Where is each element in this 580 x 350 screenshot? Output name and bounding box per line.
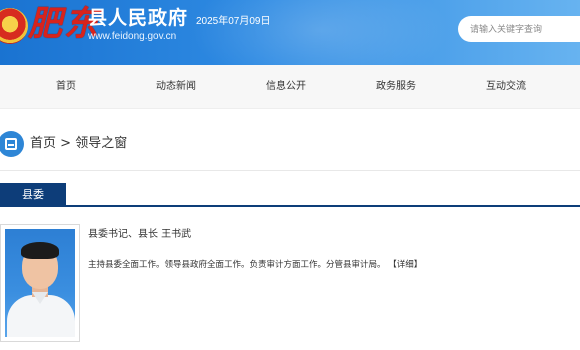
section-tab-county-committee[interactable]: 县委 [0, 183, 66, 207]
leader-photo[interactable] [0, 224, 80, 342]
site-url: www.feidong.gov.cn [88, 31, 177, 42]
breadcrumb-current: 领导之窗 [75, 136, 128, 151]
breadcrumb-home-link[interactable]: 首页 [30, 136, 56, 151]
main-nav: 首页 动态新闻 信息公开 政务服务 互动交流 [0, 65, 580, 109]
nav-item-home[interactable]: 首页 [26, 65, 106, 109]
breadcrumb-text: 首页 > 领导之窗 [30, 134, 127, 154]
section-underline [0, 205, 580, 207]
national-emblem-icon: ★ [0, 8, 28, 44]
site-title[interactable]: 县人民政府 [88, 6, 188, 30]
leader-portrait [5, 229, 75, 337]
breadcrumb: 首页 > 领导之窗 [0, 126, 580, 162]
page-icon [0, 131, 24, 157]
nav-item-info-disclosure[interactable]: 信息公开 [246, 65, 326, 109]
nav-item-news[interactable]: 动态新闻 [136, 65, 216, 109]
current-date: 2025年07月09日 [196, 16, 271, 27]
leader-duties: 主持县委全面工作。领导县政府全面工作。负责审计方面工作。分管县审计局。 [88, 260, 386, 270]
search-input[interactable] [458, 16, 580, 42]
nav-item-interaction[interactable]: 互动交流 [466, 65, 546, 109]
breadcrumb-separator: > [56, 136, 76, 151]
site-header: ★ 肥东 县人民政府 www.feidong.gov.cn 2025年07月09… [0, 0, 580, 65]
header-glow [190, 0, 450, 65]
nav-item-gov-services[interactable]: 政务服务 [356, 65, 436, 109]
breadcrumb-divider [0, 170, 580, 171]
leader-name-title[interactable]: 县委书记、县长 王书武 [88, 228, 191, 242]
detail-link[interactable]: 【详细】 [388, 260, 422, 270]
leader-description: 主持县委全面工作。领导县政府全面工作。负责审计方面工作。分管县审计局。 【详细】 [88, 259, 422, 271]
